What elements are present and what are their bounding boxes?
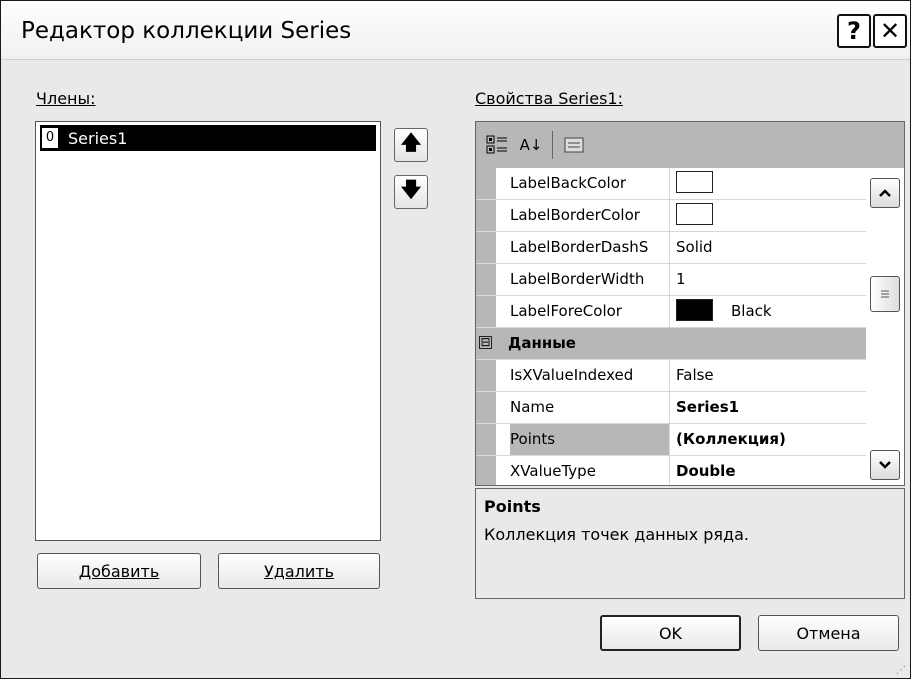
row-gutter bbox=[476, 296, 496, 327]
scroll-thumb[interactable] bbox=[870, 276, 900, 312]
remove-button-label: Удалить bbox=[264, 561, 334, 581]
vertical-scrollbar[interactable] bbox=[866, 168, 904, 485]
color-swatch bbox=[676, 171, 713, 193]
toolbar-separator bbox=[552, 131, 553, 159]
property-rows: LabelBackColor LabelBorderColor LabelBor… bbox=[476, 168, 866, 485]
move-down-button[interactable]: 🡇 bbox=[394, 175, 428, 209]
property-name: Name bbox=[510, 392, 670, 423]
close-button[interactable]: ✕ bbox=[873, 14, 907, 48]
property-row-selected[interactable]: Points (Коллекция) bbox=[476, 424, 866, 456]
resize-grip-icon[interactable]: ⋰ bbox=[896, 665, 906, 676]
grip-icon bbox=[881, 290, 889, 298]
row-gutter bbox=[476, 232, 496, 263]
row-gutter bbox=[476, 392, 496, 423]
property-row[interactable]: LabelBackColor bbox=[476, 168, 866, 200]
color-name: Black bbox=[731, 302, 772, 320]
property-value[interactable]: (Коллекция) bbox=[676, 424, 866, 455]
chevron-down-icon bbox=[879, 461, 891, 469]
row-gutter bbox=[476, 168, 496, 199]
add-button[interactable]: Добавить bbox=[37, 553, 201, 589]
properties-label: Свойства Series1: bbox=[475, 89, 623, 108]
property-name: Points bbox=[510, 424, 670, 455]
member-name: Series1 bbox=[68, 128, 128, 148]
help-button[interactable]: ? bbox=[837, 14, 871, 48]
chevron-up-icon bbox=[879, 189, 891, 197]
property-row[interactable]: LabelBorderColor bbox=[476, 200, 866, 232]
property-name: LabelBorderDashS bbox=[510, 232, 670, 263]
move-up-button[interactable]: 🡅 bbox=[394, 128, 428, 162]
members-list[interactable]: 0 Series1 bbox=[35, 121, 381, 541]
color-swatch bbox=[676, 299, 713, 321]
property-row[interactable]: Name Series1 bbox=[476, 392, 866, 424]
category-row[interactable]: ⊟ Данные bbox=[476, 328, 866, 360]
member-index: 0 bbox=[42, 128, 58, 148]
arrow-down-icon: 🡇 bbox=[400, 177, 422, 201]
category-label: Данные bbox=[508, 334, 576, 352]
add-button-label: Добавить bbox=[78, 561, 160, 581]
property-name: LabelBackColor bbox=[510, 168, 670, 199]
scroll-down-button[interactable] bbox=[870, 450, 900, 480]
property-name: XValueType bbox=[510, 456, 670, 485]
remove-button[interactable]: Удалить bbox=[218, 553, 380, 589]
title-bar[interactable]: Редактор коллекции Series ? ✕ bbox=[1, 1, 910, 60]
color-swatch bbox=[676, 203, 713, 225]
scroll-up-button[interactable] bbox=[870, 178, 900, 208]
property-pages-icon[interactable] bbox=[561, 132, 587, 158]
collapse-icon[interactable]: ⊟ bbox=[479, 336, 492, 349]
property-grid-toolbar: A↓ bbox=[476, 122, 904, 168]
series-collection-editor-dialog: Редактор коллекции Series ? ✕ Члены: 0 S… bbox=[0, 0, 911, 679]
property-value[interactable]: False bbox=[676, 360, 866, 391]
property-name: LabelBorderWidth bbox=[510, 264, 670, 295]
members-label: Члены: bbox=[36, 89, 96, 108]
property-row[interactable]: LabelBorderWidth 1 bbox=[476, 264, 866, 296]
property-grid: A↓ LabelBackColor LabelBorderColor Label… bbox=[475, 121, 905, 486]
row-gutter bbox=[476, 456, 496, 485]
row-gutter bbox=[476, 424, 496, 455]
property-row[interactable]: XValueType Double bbox=[476, 456, 866, 485]
arrow-up-icon: 🡅 bbox=[400, 130, 422, 154]
close-icon: ✕ bbox=[879, 17, 901, 45]
cancel-button[interactable]: Отмена bbox=[758, 615, 899, 651]
property-value[interactable] bbox=[676, 168, 866, 199]
property-name: IsXValueIndexed bbox=[510, 360, 670, 391]
row-gutter bbox=[476, 264, 496, 295]
property-description-panel: Points Коллекция точек данных ряда. bbox=[475, 488, 905, 599]
ok-button[interactable]: OK bbox=[600, 615, 741, 651]
property-value[interactable]: Solid bbox=[676, 232, 866, 263]
categorized-icon[interactable] bbox=[484, 132, 510, 158]
property-value[interactable]: Double bbox=[676, 456, 866, 485]
property-value[interactable] bbox=[676, 200, 866, 231]
row-gutter bbox=[476, 200, 496, 231]
alphabetical-sort-icon[interactable]: A↓ bbox=[518, 132, 544, 158]
property-name: LabelBorderColor bbox=[510, 200, 670, 231]
alphabetical-sort-glyph: A↓ bbox=[519, 136, 543, 154]
property-value[interactable]: Series1 bbox=[676, 392, 866, 423]
row-gutter bbox=[476, 360, 496, 391]
property-row[interactable]: IsXValueIndexed False bbox=[476, 360, 866, 392]
cancel-button-label: Отмена bbox=[796, 623, 861, 643]
dialog-title: Редактор коллекции Series bbox=[21, 18, 352, 44]
property-row[interactable]: LabelForeColor Black bbox=[476, 296, 866, 328]
property-name: LabelForeColor bbox=[510, 296, 670, 327]
description-title: Points bbox=[484, 497, 541, 516]
list-item[interactable]: 0 Series1 bbox=[40, 125, 376, 151]
property-row[interactable]: LabelBorderDashS Solid bbox=[476, 232, 866, 264]
ok-button-label: OK bbox=[658, 623, 683, 643]
description-text: Коллекция точек данных ряда. bbox=[484, 525, 749, 544]
help-icon: ? bbox=[847, 17, 861, 45]
property-value[interactable]: 1 bbox=[676, 264, 866, 295]
property-value[interactable]: Black bbox=[676, 296, 866, 327]
